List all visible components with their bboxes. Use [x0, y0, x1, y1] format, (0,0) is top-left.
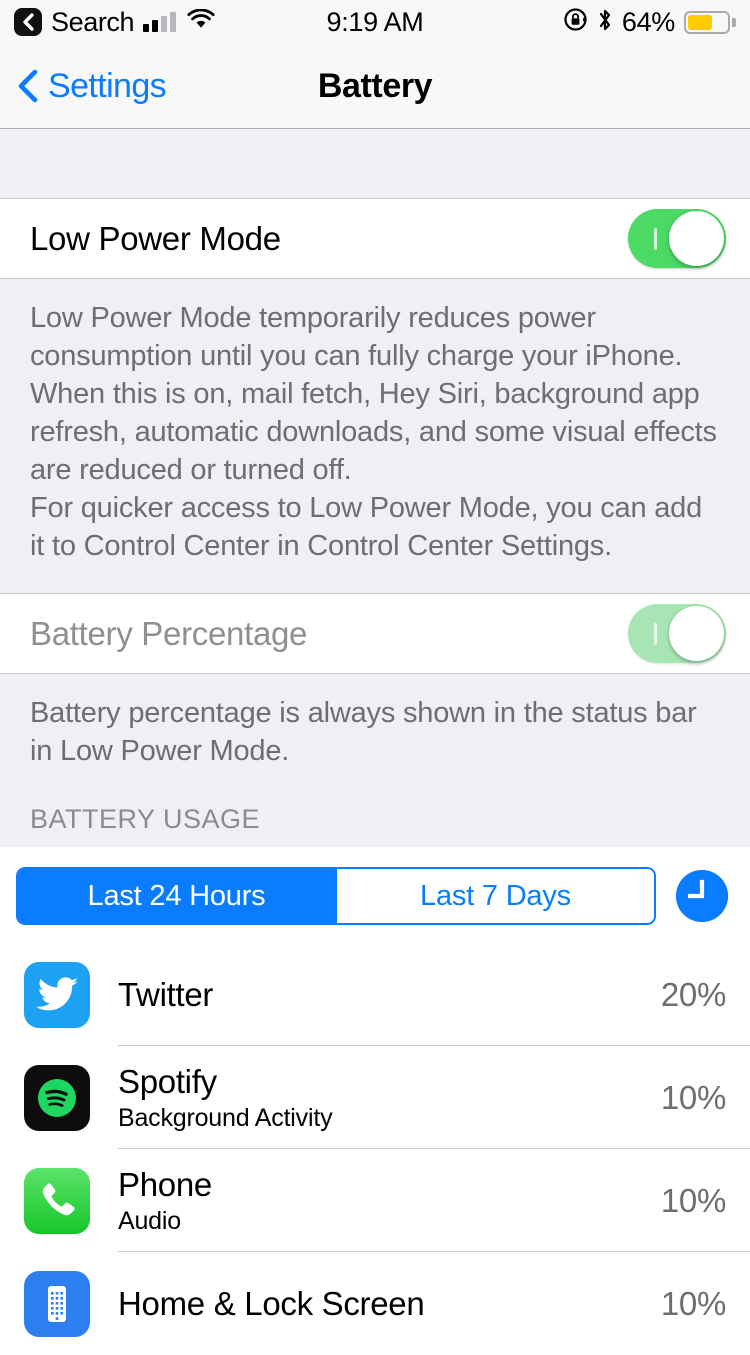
rotation-lock-icon	[563, 7, 588, 37]
app-subtitle: Audio	[118, 1206, 181, 1235]
home-lock-screen-icon	[24, 1270, 90, 1337]
battery-icon	[684, 10, 736, 34]
chevron-left-icon	[23, 13, 34, 31]
low-power-mode-toggle[interactable]	[628, 209, 726, 268]
app-name: Home & Lock Screen	[118, 1284, 425, 1322]
app-row-phone[interactable]: Phone Audio 10%	[0, 1149, 750, 1252]
app-subtitle: Background Activity	[118, 1103, 333, 1132]
phone-icon	[24, 1167, 90, 1234]
battery-percent-label: 64%	[621, 6, 675, 37]
app-percent: 10%	[660, 1078, 726, 1116]
battery-usage-controls: Last 24 Hours Last 7 Days	[0, 847, 750, 943]
app-row-spotify[interactable]: Spotify Background Activity 10%	[0, 1046, 750, 1149]
battery-percentage-footer-text: Battery percentage is always shown in th…	[30, 697, 697, 767]
footer-spacer	[0, 565, 750, 593]
chevron-left-icon	[18, 69, 38, 103]
navigation-bar: Settings Battery	[0, 44, 750, 129]
battery-percentage-label: Battery Percentage	[30, 614, 308, 652]
app-percent: 10%	[660, 1284, 726, 1322]
app-text: Phone Audio	[118, 1165, 212, 1237]
status-bar-back-label: Search	[51, 6, 135, 37]
show-usage-time-button[interactable]	[676, 870, 728, 922]
back-label: Settings	[48, 66, 167, 105]
app-name: Spotify	[118, 1062, 217, 1100]
battery-usage-app-list: Twitter 20% Spotify Background Activity …	[0, 943, 750, 1355]
toggle-on-indicator	[654, 622, 657, 645]
segment-last-24-hours[interactable]: Last 24 Hours	[18, 869, 335, 923]
app-text: Spotify Background Activity	[118, 1062, 333, 1134]
app-percent: 20%	[660, 975, 726, 1013]
low-power-mode-footer-line-2: For quicker access to Low Power Mode, yo…	[30, 492, 703, 562]
low-power-mode-footer-line-1: Low Power Mode temporarily reduces power…	[30, 302, 717, 486]
low-power-mode-footer: Low Power Mode temporarily reduces power…	[0, 278, 750, 565]
toggle-on-indicator	[654, 227, 657, 250]
status-bar-left: Search	[14, 7, 215, 38]
twitter-icon	[24, 961, 90, 1028]
toggle-knob	[669, 606, 724, 661]
back-to-settings-button[interactable]: Settings	[0, 66, 167, 106]
clock-icon	[676, 870, 728, 922]
top-spacer	[0, 129, 750, 199]
wifi-icon	[187, 8, 215, 35]
app-row-home-lock-screen[interactable]: Home & Lock Screen 10%	[0, 1252, 750, 1355]
status-bar-right: 64%	[563, 7, 736, 38]
status-bar-back-button[interactable]	[14, 8, 42, 36]
cellular-signal-icon	[143, 12, 177, 32]
spotify-icon	[24, 1064, 90, 1131]
low-power-mode-row[interactable]: Low Power Mode	[0, 199, 750, 278]
segment-last-7-days[interactable]: Last 7 Days	[335, 869, 654, 923]
toggle-knob	[669, 211, 724, 266]
app-name: Twitter	[118, 975, 214, 1013]
app-percent: 10%	[660, 1181, 726, 1219]
bluetooth-icon	[597, 7, 613, 38]
app-text: Home & Lock Screen	[118, 1284, 425, 1324]
app-text: Twitter	[118, 975, 213, 1015]
battery-usage-section-header: BATTERY USAGE	[0, 770, 750, 847]
low-power-mode-label: Low Power Mode	[30, 219, 281, 257]
battery-percentage-footer: Battery percentage is always shown in th…	[0, 673, 750, 770]
status-bar: Search 9:19 AM 64%	[0, 0, 750, 44]
app-name: Phone	[118, 1165, 212, 1203]
app-row-twitter[interactable]: Twitter 20%	[0, 943, 750, 1046]
battery-percentage-toggle[interactable]	[628, 604, 726, 663]
time-range-segmented-control[interactable]: Last 24 Hours Last 7 Days	[16, 867, 656, 925]
battery-percentage-row[interactable]: Battery Percentage	[0, 594, 750, 673]
